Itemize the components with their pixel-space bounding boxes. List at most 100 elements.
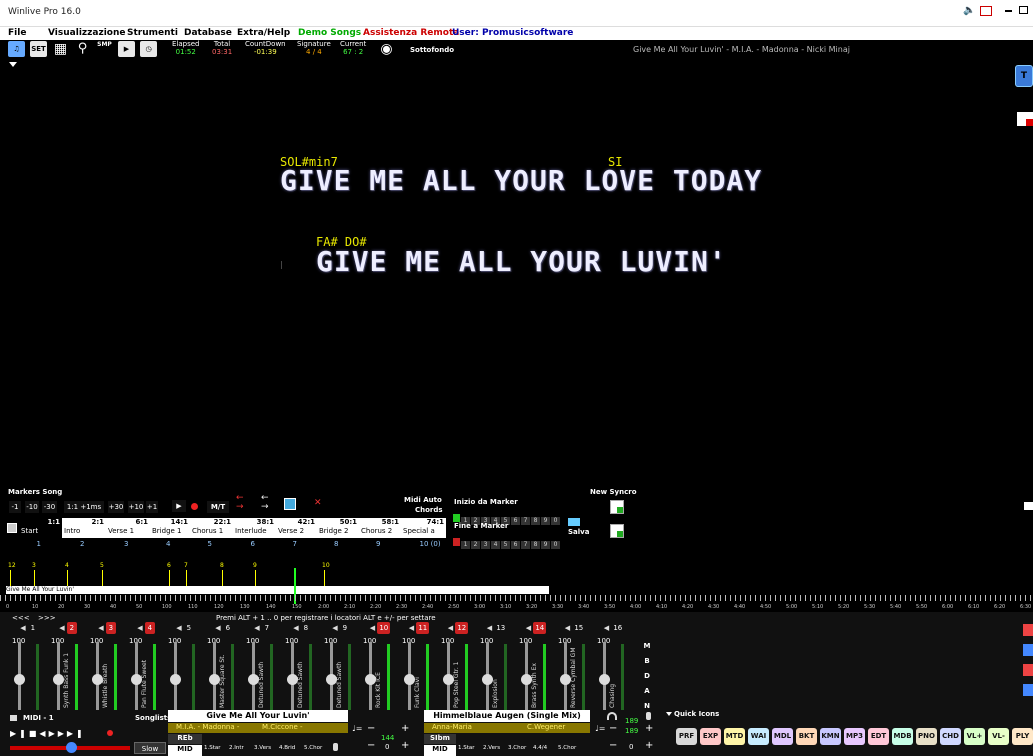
menu-7[interactable]: User: Promusicsoftware xyxy=(452,27,573,39)
quick-icon-mdl[interactable]: MDL xyxy=(772,728,793,745)
channel-header[interactable]: ◀ 13 xyxy=(478,622,516,634)
song-section[interactable]: 3.Chor xyxy=(508,743,533,753)
mixer-channel-14[interactable]: ◀ 14 100 Brass Synth Ex xyxy=(517,622,555,710)
marker-6[interactable]: 38:1 Interlude xyxy=(233,518,276,538)
channel-speaker-icon[interactable]: ◀ xyxy=(176,624,184,632)
marker-7[interactable]: 42:1 Verse 2 xyxy=(276,518,317,538)
inizio-num-7[interactable]: 7 xyxy=(521,517,530,525)
position-slider-knob[interactable] xyxy=(66,742,77,753)
channel-speaker-icon[interactable]: ◀ xyxy=(526,624,534,632)
shift-button-0[interactable]: -1 xyxy=(9,501,21,513)
marker-add-icon[interactable] xyxy=(284,498,296,510)
mixer-channel-4[interactable]: ◀ 4 100 Pan Flute Sweet xyxy=(127,622,165,710)
nav-next[interactable]: >>> xyxy=(38,614,56,622)
mixer-channel-2[interactable]: ◀ 2 100 Synth Bass Funk 1 xyxy=(49,622,87,710)
shift-button-6[interactable]: +1 xyxy=(146,501,158,513)
channel-header[interactable]: ◀ 16 xyxy=(595,622,633,634)
channel-header[interactable]: ◀ 12 xyxy=(439,622,477,634)
mixer-channel-5[interactable]: ◀ 5 100 xyxy=(166,622,204,710)
mixer-side-B[interactable]: B xyxy=(640,655,654,667)
channel-speaker-icon[interactable]: ◀ xyxy=(565,624,573,632)
channel-fader-knob[interactable] xyxy=(170,674,181,685)
mixer-channel-9[interactable]: ◀ 9 100 Detuned Sawth xyxy=(322,622,360,710)
channel-header[interactable]: ◀ 5 xyxy=(166,622,204,634)
timeline-marker-6[interactable]: 6 xyxy=(167,562,171,569)
channel-header[interactable]: ◀ 15 xyxy=(556,622,594,634)
song1-tempo-up[interactable]: + xyxy=(401,723,409,734)
text-mode-button[interactable]: T xyxy=(1015,65,1033,87)
search-icon[interactable]: ⚲ xyxy=(74,41,91,57)
position-slider[interactable] xyxy=(10,742,130,753)
menu-3[interactable]: Database xyxy=(184,27,232,39)
inizio-indicator[interactable] xyxy=(453,514,460,522)
quick-icon-wai[interactable]: WAI xyxy=(748,728,769,745)
channel-header[interactable]: ◀ 8 xyxy=(283,622,321,634)
song2-transpose-up[interactable]: + xyxy=(645,740,653,751)
shift-button-5[interactable]: +10 xyxy=(128,501,144,513)
quick-icon-vlx[interactable]: VL- xyxy=(988,728,1009,745)
quick-icon-mdb[interactable]: MDB xyxy=(892,728,913,745)
mixer-channel-16[interactable]: ◀ 16 100 Chasing xyxy=(595,622,633,710)
marker-5[interactable]: 22:1 Chorus 1 xyxy=(190,518,233,538)
salva-button[interactable]: Salva xyxy=(568,528,589,536)
syncro-abc-icon-1[interactable] xyxy=(610,500,624,514)
mixer-side-M[interactable]: M xyxy=(640,640,654,652)
fine-indicator[interactable] xyxy=(453,538,460,546)
channel-header[interactable]: ◀ 11 xyxy=(400,622,438,634)
mixer-channel-10[interactable]: ◀ 10 100 Rock Kit ICE xyxy=(361,622,399,710)
tempo-icon[interactable]: ◷ xyxy=(140,41,157,57)
globe-icon[interactable]: ◉ xyxy=(378,41,395,57)
song-section[interactable]: 3.Vers xyxy=(254,743,279,753)
song1-transpose-up[interactable]: + xyxy=(401,740,409,751)
channel-header[interactable]: ◀ 10 xyxy=(361,622,399,634)
song1-tempo-down[interactable]: − xyxy=(367,723,375,734)
fine-num-6[interactable]: 6 xyxy=(511,541,520,549)
slow-button[interactable]: Slow xyxy=(134,742,166,754)
marker-4[interactable]: 14:1 Bridge 1 xyxy=(150,518,190,538)
channel-header[interactable]: ◀ 4 xyxy=(127,622,165,634)
channel-speaker-icon[interactable]: ◀ xyxy=(20,624,28,632)
mixer-channel-6[interactable]: ◀ 6 100 Master Square St. xyxy=(205,622,243,710)
marker-8[interactable]: 50:1 Bridge 2 xyxy=(317,518,359,538)
quick-icon-mtd[interactable]: MTD xyxy=(724,728,745,745)
quick-icons-arrow-icon[interactable] xyxy=(666,712,672,716)
menu-1[interactable]: Visualizzazione xyxy=(48,27,125,39)
timeline-marker-7[interactable]: 7 xyxy=(184,562,188,569)
save-icon[interactable] xyxy=(568,518,580,526)
timeline-marker-8[interactable]: 8 xyxy=(220,562,224,569)
marker-10[interactable]: 74:1 Special a xyxy=(401,518,446,538)
fine-num-4[interactable]: 4 xyxy=(491,541,500,549)
syncro-abc-icon-2[interactable] xyxy=(610,524,624,538)
marker-2[interactable]: 2:1 Intro xyxy=(62,518,106,538)
song-section[interactable]: 2.Vers xyxy=(483,743,508,753)
sottofondo-button[interactable]: Sottofondo xyxy=(410,46,454,54)
quick-icon-mp3[interactable]: MP3 xyxy=(844,728,865,745)
songlists-button[interactable]: Songlists xyxy=(135,714,171,722)
menu-4[interactable]: Extra/Help xyxy=(237,27,290,39)
quick-icon-bkt[interactable]: BKT xyxy=(796,728,817,745)
quick-icon-kmn[interactable]: KMN xyxy=(820,728,841,745)
mixer-channel-13[interactable]: ◀ 13 100 Explosion xyxy=(478,622,516,710)
collapse-arrow-icon[interactable] xyxy=(9,62,17,67)
quick-icon-pno[interactable]: PNO xyxy=(916,728,937,745)
mixer-side-D[interactable]: D xyxy=(640,670,654,682)
mixer-channel-11[interactable]: ◀ 11 100 Funk Clavi xyxy=(400,622,438,710)
marker-3[interactable]: 6:1 Verse 1 xyxy=(106,518,150,538)
shift-button-2[interactable]: -30 xyxy=(42,501,57,513)
channel-speaker-icon[interactable]: ◀ xyxy=(137,624,145,632)
maximize-icon[interactable] xyxy=(1019,6,1028,14)
channel-speaker-icon[interactable]: ◀ xyxy=(332,624,340,632)
chat-icon[interactable] xyxy=(1024,502,1033,510)
channel-header[interactable]: ◀ 9 xyxy=(322,622,360,634)
smp-icon[interactable]: SMP xyxy=(96,41,113,57)
mixer-channel-7[interactable]: ◀ 7 100 Detuned Sawth xyxy=(244,622,282,710)
channel-header[interactable]: ◀ 3 xyxy=(88,622,126,634)
channel-speaker-icon[interactable]: ◀ xyxy=(98,624,106,632)
song2-mic-icon[interactable] xyxy=(646,712,651,720)
set-icon[interactable]: SET xyxy=(30,41,47,57)
playlist-icon[interactable]: ♫ xyxy=(8,41,25,57)
quick-icon-prf[interactable]: PRF xyxy=(676,728,697,745)
record-marker-button[interactable] xyxy=(191,503,198,510)
marker-1[interactable]: 1:1 Start xyxy=(19,518,62,538)
menu-2[interactable]: Strumenti xyxy=(127,27,178,39)
